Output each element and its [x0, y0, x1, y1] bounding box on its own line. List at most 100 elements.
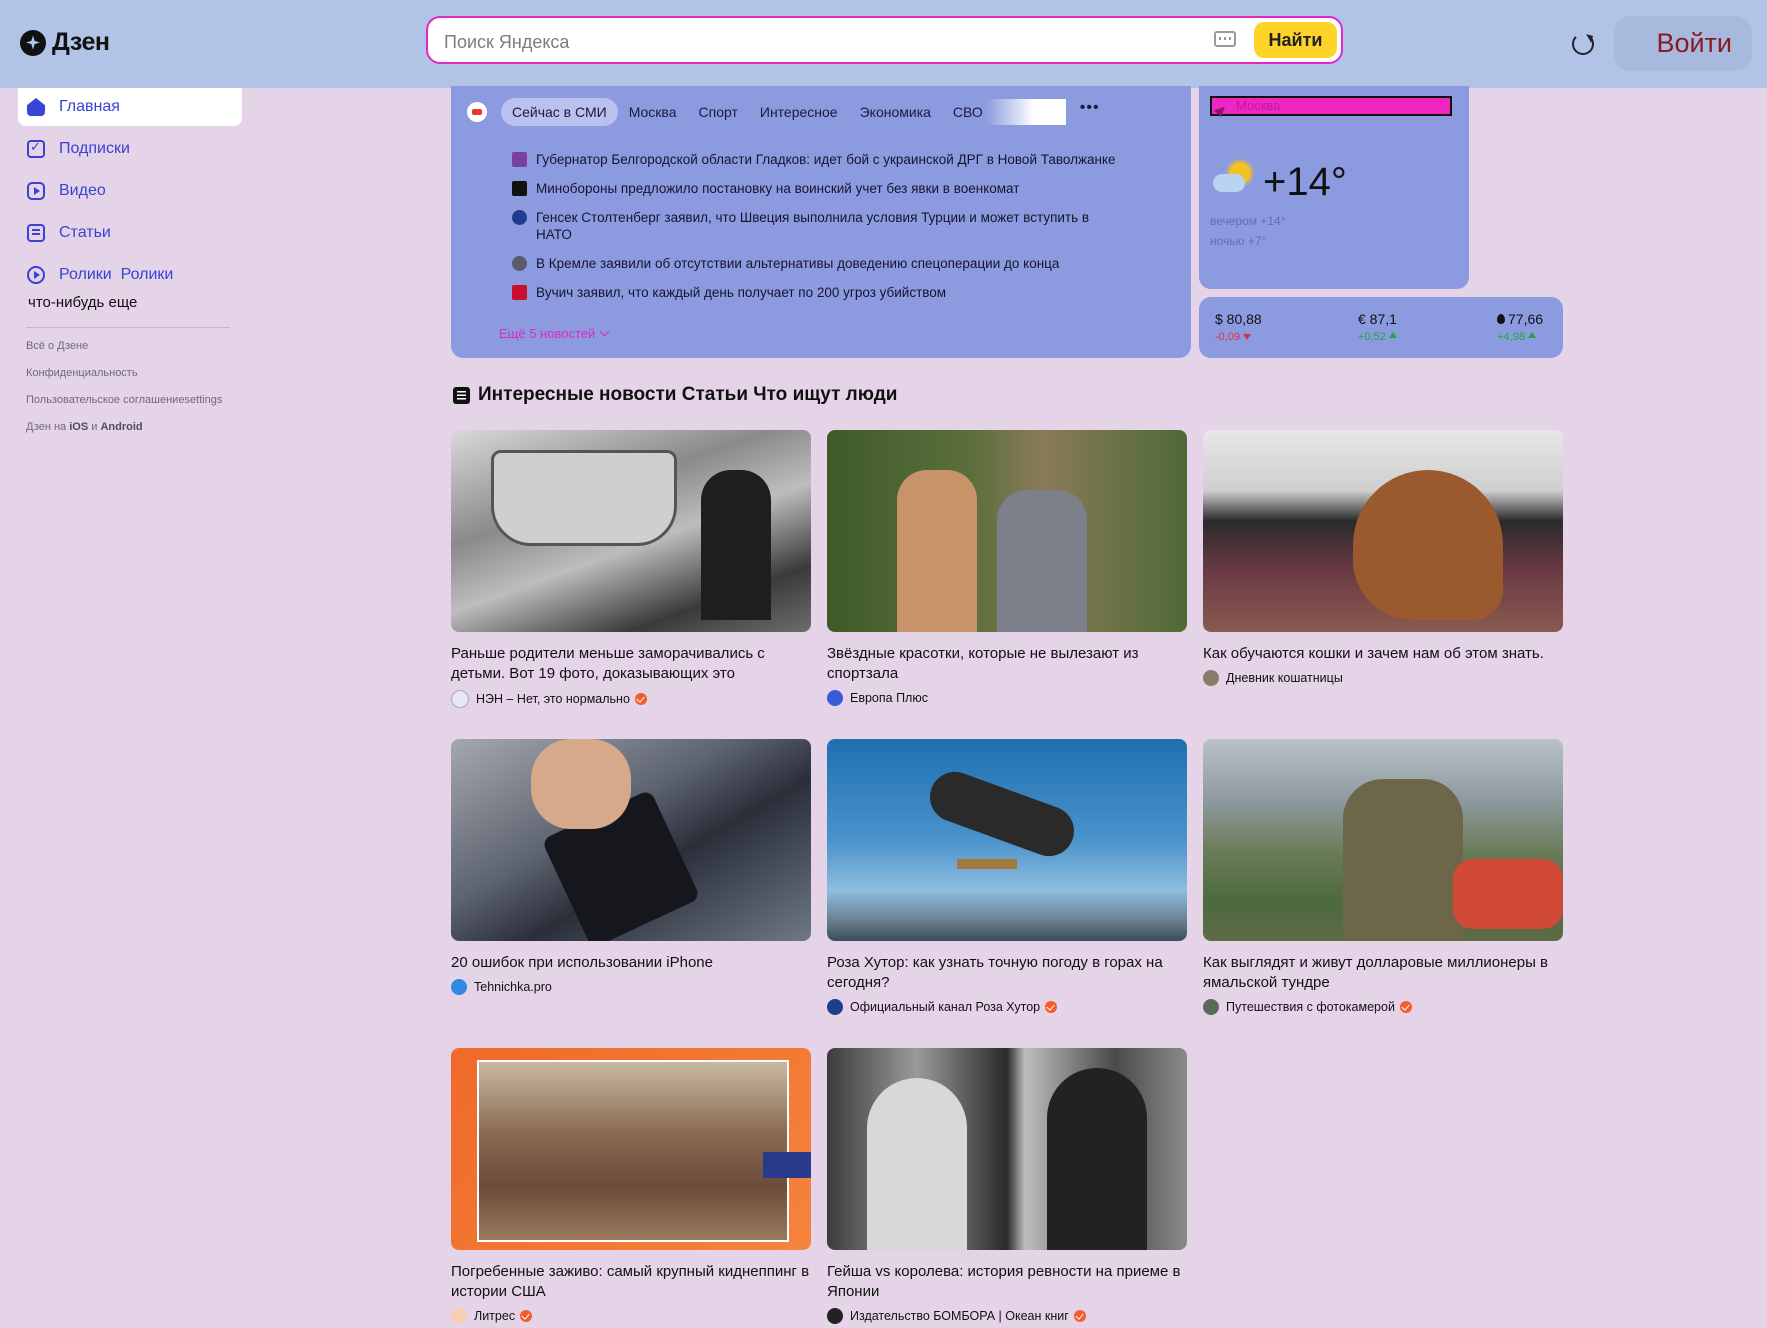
- headline-text: В Кремле заявили об отсутствии альтернат…: [536, 256, 1060, 271]
- card-source[interactable]: Путешествия с фотокамерой: [1203, 999, 1563, 1015]
- partly-cloudy-icon: [1213, 162, 1253, 194]
- headline-item[interactable]: В Кремле заявили об отсутствии альтернат…: [512, 255, 1152, 272]
- headline-text: Генсек Столтенберг заявил, что Швеция вы…: [536, 210, 1090, 242]
- sidebar-item-subscriptions[interactable]: Подписки: [18, 130, 242, 168]
- card-source[interactable]: Tehnichka.pro: [451, 979, 811, 995]
- source-icon: [512, 256, 527, 271]
- card-source[interactable]: Дневник кошатницы: [1203, 670, 1563, 686]
- footer-link-terms[interactable]: Пользовательское соглашениеsettings: [18, 394, 242, 406]
- source-avatar: [1203, 999, 1219, 1015]
- source-avatar: [451, 979, 467, 995]
- login-button[interactable]: Войти: [1614, 16, 1752, 71]
- card-image-shape: [763, 1152, 811, 1178]
- feed-card[interactable]: Гейша vs королева: история ревности на п…: [827, 1048, 1187, 1324]
- feed-card[interactable]: Погребенные заживо: самый крупный киднеп…: [451, 1048, 811, 1324]
- card-source-name: Европа Плюс: [850, 691, 928, 705]
- weather-night: ночью +7°: [1210, 234, 1267, 248]
- feed-card[interactable]: Роза Хутор: как узнать точную погоду в г…: [827, 739, 1187, 1015]
- headline-item[interactable]: Вучич заявил, что каждый день получает п…: [512, 284, 1152, 301]
- home-icon: [27, 98, 45, 116]
- footer-link-privacy[interactable]: Конфиденциальность: [18, 367, 242, 379]
- verified-icon: [634, 693, 647, 705]
- ios-link[interactable]: iOS: [69, 421, 88, 433]
- oil-rate-value: 77,66: [1508, 311, 1544, 327]
- source-icon: [512, 152, 527, 167]
- headline-list: Губернатор Белгородской области Гладков:…: [512, 151, 1152, 313]
- feed-title: Интересные новости Статьи Что ищут люди: [453, 384, 897, 406]
- source-avatar: [451, 690, 469, 708]
- articles-icon: [27, 224, 45, 242]
- sidebar-item-clips[interactable]: Ролики Ролики: [18, 256, 242, 294]
- arrow-up-icon: [1388, 332, 1397, 338]
- tabs-fade: [985, 99, 1066, 125]
- headline-item[interactable]: Губернатор Белгородской области Гладков:…: [512, 151, 1152, 168]
- card-image: [1203, 739, 1563, 941]
- headline-text: Минобороны предложило постановку на воин…: [536, 181, 1020, 196]
- card-source-name: Путешествия с фотокамерой: [1226, 1000, 1395, 1014]
- weather-city[interactable]: Москва: [1210, 96, 1452, 118]
- tab-interesting[interactable]: Интересное: [749, 98, 849, 126]
- video-icon: [27, 182, 45, 200]
- card-source[interactable]: НЭН – Нет, это нормально: [451, 690, 811, 708]
- headline-item[interactable]: Минобороны предложило постановку на воин…: [512, 180, 1152, 197]
- source-icon: [512, 181, 527, 196]
- card-image: [827, 739, 1187, 941]
- news-tabs: Сейчас в СМИ Москва Спорт Интересное Эко…: [467, 98, 1100, 126]
- sidebar-extra-text: что-нибудь еще: [28, 294, 138, 311]
- card-source[interactable]: Литрес: [451, 1308, 811, 1324]
- card-source[interactable]: Европа Плюс: [827, 690, 1187, 706]
- search-input[interactable]: [442, 28, 1206, 56]
- card-image-shape: [957, 859, 1017, 869]
- card-image: [451, 739, 811, 941]
- card-image: [827, 430, 1187, 632]
- card-image-shape: [531, 739, 631, 829]
- tab-moscow[interactable]: Москва: [618, 98, 688, 126]
- source-avatar: [827, 999, 843, 1015]
- card-image-shape: [867, 1078, 967, 1250]
- weather-widget[interactable]: Москва +14° вечером +14° ночью +7°: [1199, 86, 1469, 289]
- more-news-link[interactable]: Ещё 5 новостей: [499, 326, 610, 341]
- headline-item[interactable]: Генсек Столтенберг заявил, что Швеция вы…: [512, 209, 1152, 243]
- sidebar-item-label: Главная: [59, 98, 120, 115]
- android-link[interactable]: Android: [100, 421, 142, 433]
- weather-evening: вечером +14°: [1210, 214, 1286, 228]
- sidebar-item-video[interactable]: Видео: [18, 172, 242, 210]
- feed-card[interactable]: Звёздные красотки, которые не вылезают и…: [827, 430, 1187, 706]
- source-icon: [512, 210, 527, 225]
- articles-icon: [453, 386, 470, 404]
- footer-apps: Дзен на iOS и Android: [18, 421, 242, 433]
- feed-card[interactable]: 20 ошибок при использовании iPhone Tehni…: [451, 739, 811, 995]
- footer-link-about[interactable]: Всё о Дзене: [18, 340, 242, 352]
- keyboard-icon[interactable]: [1214, 31, 1236, 47]
- headline-text: Губернатор Белгородской области Гладков:…: [536, 152, 1116, 167]
- feed-card[interactable]: Раньше родители меньше заморачивались с …: [451, 430, 811, 708]
- card-image-shape: [997, 490, 1087, 632]
- card-image: [827, 1048, 1187, 1250]
- currency-widget[interactable]: $ 80,88 -0,09 € 87,1 +0,52 77,66 +4,98: [1199, 297, 1563, 358]
- oil-delta: +4,98: [1497, 331, 1536, 343]
- card-image: [451, 1048, 811, 1250]
- feed-card[interactable]: Как обучаются кошки и зачем нам об этом …: [1203, 430, 1563, 686]
- search-button[interactable]: Найти: [1254, 22, 1337, 58]
- verified-icon: [1399, 1001, 1412, 1013]
- card-image-shape: [1453, 859, 1563, 929]
- oil-rate: 77,66: [1497, 311, 1543, 327]
- sidebar-item-home[interactable]: Главная: [18, 88, 242, 126]
- refresh-icon[interactable]: [1572, 33, 1594, 55]
- feed-card[interactable]: Как выглядят и живут долларовые миллионе…: [1203, 739, 1563, 1015]
- card-title: Звёздные красотки, которые не вылезают и…: [827, 645, 1139, 682]
- usd-delta-value: -0,09: [1215, 331, 1241, 343]
- card-source[interactable]: Официальный канал Роза Хутор: [827, 999, 1187, 1015]
- tab-economy[interactable]: Экономика: [849, 98, 942, 126]
- dzen-logo[interactable]: Дзен: [20, 28, 110, 57]
- usd-rate: $ 80,88: [1215, 311, 1262, 327]
- card-image-shape: [922, 764, 1082, 864]
- sidebar-item-articles[interactable]: Статьи: [18, 214, 242, 252]
- eur-delta-value: +0,52: [1358, 331, 1386, 343]
- card-source-name: Издательство БОМБОРА | Океан книг: [850, 1309, 1069, 1323]
- tab-sport[interactable]: Спорт: [688, 98, 749, 126]
- more-tabs-icon[interactable]: •••: [1080, 99, 1100, 117]
- oil-drop-icon: [1497, 314, 1505, 324]
- tab-now-in-media[interactable]: Сейчас в СМИ: [501, 98, 618, 126]
- card-source[interactable]: Издательство БОМБОРА | Океан книг: [827, 1308, 1187, 1324]
